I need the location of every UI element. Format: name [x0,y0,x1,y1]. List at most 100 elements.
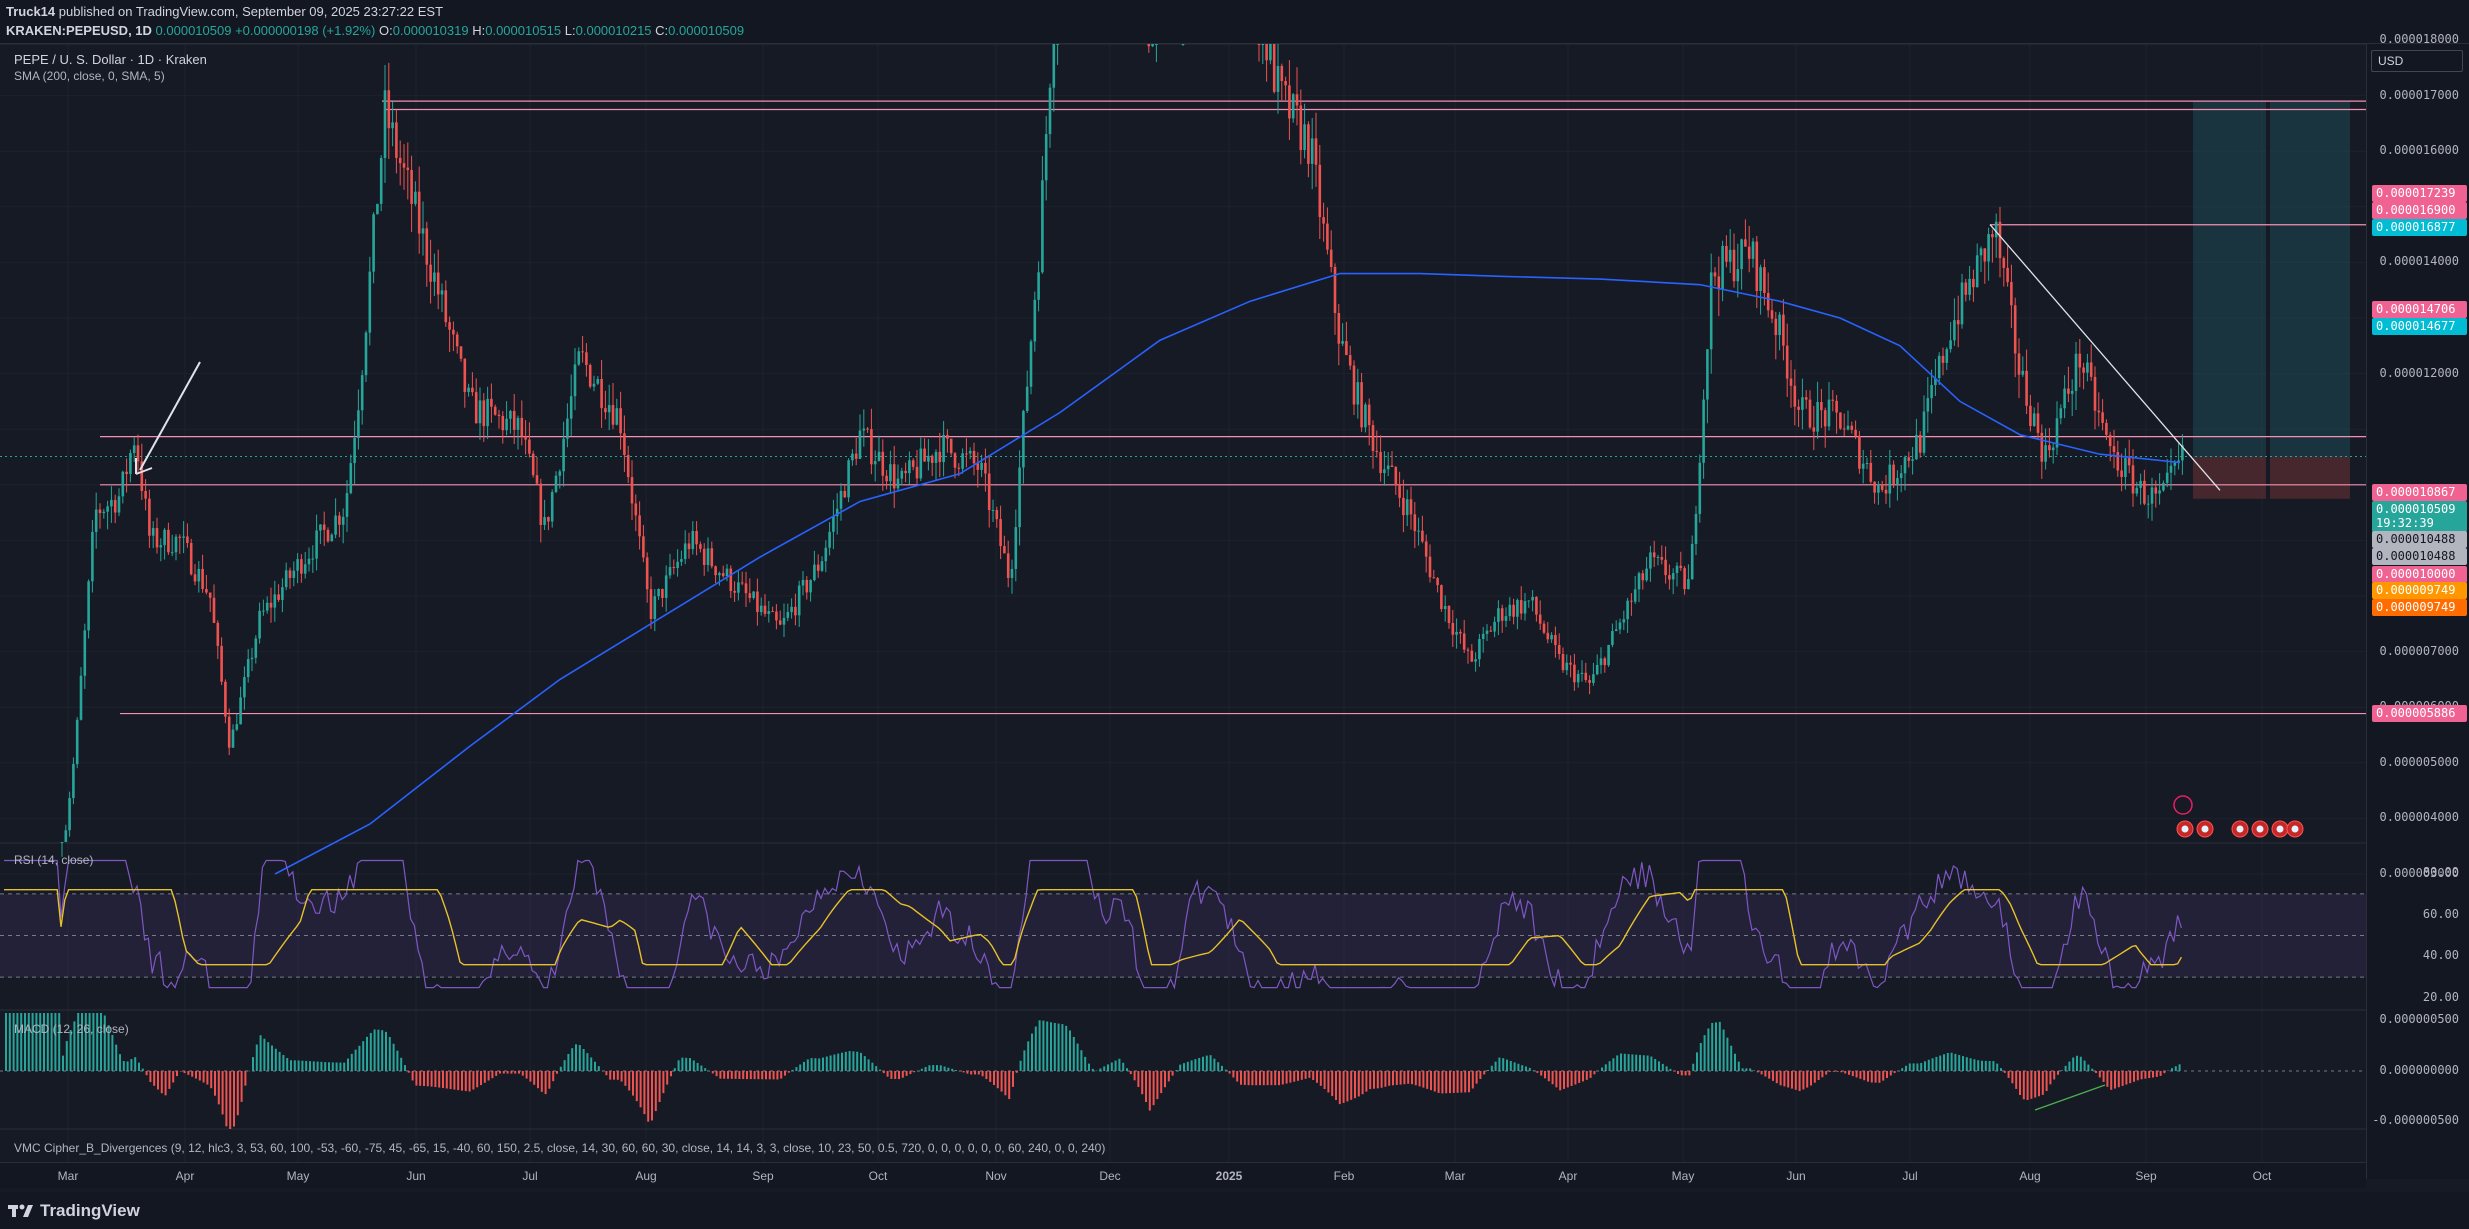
macd-bar [141,1068,144,1071]
price-tick: 0.000017000 [2379,87,2459,102]
candle-body [873,461,877,465]
candle-body [1702,399,1705,463]
macd-bar [1460,1071,1463,1093]
candle-body [516,417,520,430]
tradingview-logo[interactable]: TradingView [8,1201,140,1221]
macd-bar [1924,1061,1926,1071]
macd-legend[interactable]: MACD (12, 26, close) [14,1022,129,1036]
macd-bar [1639,1054,1641,1071]
macd-bar [1893,1071,1896,1074]
macd-bar [1118,1058,1121,1071]
macd-bar [1167,1071,1170,1082]
candle-body [1538,614,1542,624]
macd-bar [898,1071,900,1080]
rsi-legend[interactable]: RSI (14, close) [14,853,93,867]
macd-bar [962,1071,965,1073]
candle-body [1713,272,1717,277]
macd-bar [1175,1069,1178,1071]
price-axis[interactable]: USD 0.0000200000.0000190000.0000180000.0… [2366,32,2469,1179]
macd-bar [1156,1071,1159,1100]
rsi-tick: 20.00 [2422,990,2459,1004]
candle-body [1793,385,1797,407]
macd-bar [1840,1071,1843,1073]
candle-body [965,453,968,455]
macd-bar [1965,1057,1968,1071]
candle-body [1052,44,1056,88]
macd-bar [1559,1071,1562,1091]
candle-body [832,516,835,532]
macd-bar [1456,1071,1459,1093]
chart-canvas[interactable] [0,44,2366,1162]
macd-bar [654,1071,657,1112]
candle-body [182,536,185,538]
candle-body [258,610,261,639]
price-tick: 0.000005000 [2379,754,2459,769]
candle-body [858,430,862,459]
macd-bar [556,1071,558,1074]
candle-body [1592,674,1595,683]
macd-bar [1057,1023,1060,1071]
macd-bar [381,1030,384,1071]
main-legend-title[interactable]: PEPE / U. S. Dollar · 1D · Kraken [14,52,207,67]
macd-bar [540,1071,543,1092]
candle-body [1717,276,1721,290]
candle-body [1474,659,1477,662]
candle-body [1329,249,1333,267]
macd-bar [491,1071,494,1079]
macd-bar [1452,1071,1455,1093]
macd-bar [521,1071,524,1076]
macd-bar [1665,1066,1668,1071]
time-tick: May [286,1169,310,1183]
candle-body [1459,631,1462,634]
currency-selector[interactable]: USD [2371,50,2463,72]
macd-bar [2015,1071,2018,1089]
vmc-legend[interactable]: VMC Cipher_B_Divergences (9, 12, hlc3, 3… [14,1141,1105,1155]
candle-body [2158,490,2161,494]
candle-body [1808,399,1812,428]
macd-bar [206,1071,209,1085]
candle-body [1326,223,1329,250]
macd-bar [2144,1071,2147,1079]
candle-body [1006,553,1010,578]
macd-bar [537,1071,539,1089]
macd-bar [179,1071,182,1072]
macd-bar [1099,1068,1102,1071]
candle-body [619,408,622,434]
macd-bar [624,1071,627,1086]
macd-bar [1992,1061,1995,1071]
macd-bar [2034,1071,2037,1098]
candle-body [136,445,140,462]
candle-body [1671,573,1675,580]
candle-body [326,529,330,542]
macd-bar [297,1060,300,1071]
time-axis[interactable]: Mar Apr May Jun Jul Aug Sep Oct Nov Dec 2025 Feb Mar… [0,1162,2366,1188]
macd-tick: 0.000000000 [2379,1063,2459,1077]
macd-bar [483,1071,486,1083]
macd-bar [833,1054,836,1071]
macd-bar [1403,1071,1406,1085]
flag-icon [2291,825,2299,833]
macd-bar [145,1071,148,1076]
candle-body [813,564,816,581]
candle-body [1888,464,1892,494]
macd-bar [1745,1068,1748,1071]
candle-body [1668,575,1671,580]
time-tick: Mar [1444,1169,1466,1183]
macd-bar [559,1066,562,1071]
candle-body [1987,234,1990,262]
candle-body [2082,367,2085,373]
candle-body [372,214,375,272]
macd-bar [290,1060,292,1071]
candle-body [1295,94,1299,106]
macd-bar [1000,1071,1003,1092]
sma-legend[interactable]: SMA (200, close, 0, SMA, 5) [14,69,165,83]
macd-bar [563,1060,566,1071]
macd-bar [1232,1071,1235,1078]
macd-bar [2095,1071,2097,1073]
macd-bar [810,1058,813,1071]
macd-bar [1095,1070,1098,1072]
candle-body [281,587,284,600]
macd-bar [863,1056,866,1071]
author-name[interactable]: Truck14 [6,4,55,19]
macd-bar [1490,1065,1493,1071]
